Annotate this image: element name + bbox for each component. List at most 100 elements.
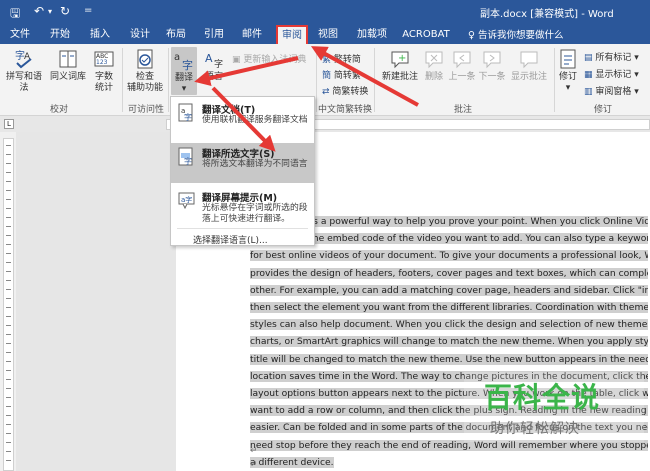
show-comments-button[interactable]: 显示批注 [508,48,550,83]
text-line: provides the design of headers, footers,… [250,265,648,282]
ruler-tick [6,415,11,416]
paragraph-mark: ↵ [250,460,258,470]
delete-comment-icon [425,51,443,69]
translate-tooltip-icon: a字 [178,192,195,210]
tab-design[interactable]: 设计 [126,26,154,44]
show-markup-button[interactable]: ▦ 显示标记 ▾ [584,67,639,80]
trad-to-simp-button[interactable]: 繁 繁转简 [322,52,361,65]
update-ime-dictionary-button[interactable]: ▣ 更新输入法词典 [232,52,306,65]
delete-comment-button[interactable]: 删除 [422,48,446,83]
group-separator [554,48,555,112]
markup-icon: ▤ [584,53,596,63]
ruler-tick [6,217,11,218]
ruler-tick [6,163,11,164]
tab-addins[interactable]: 加载项 [354,26,390,44]
ruler-tick [6,325,11,326]
ruler-tick [6,379,11,380]
menu-item-translate-document[interactable]: a字 翻译文档(T) 使用联机翻译服务翻译文档 [171,99,314,139]
tab-references[interactable]: 引用 [200,26,228,44]
ruler-tick [6,226,11,227]
previous-comment-button[interactable]: 上一条 [448,48,476,83]
word-count-button[interactable]: ABC 123 字数 统计 [90,48,118,94]
customize-toolbar-icon[interactable]: = [84,5,92,16]
tell-me-search[interactable]: ♀ 告诉我你想要做什么 [468,27,564,41]
ruler-tick [6,145,11,146]
text-line: other. For example, you can add a matchi… [250,282,648,299]
svg-text:字: 字 [184,156,192,166]
tab-acrobat[interactable]: ACROBAT [398,26,454,44]
track-changes-button[interactable]: 修订 ▾ [556,48,580,94]
thesaurus-button[interactable]: 同义词库 [48,48,88,83]
tab-review[interactable]: 审阅 [276,25,308,44]
ruler-tick [6,208,11,209]
undo-dropdown-icon[interactable]: ▾ [48,7,52,16]
check-accessibility-button[interactable]: 检查 辅助功能 [124,48,166,94]
tab-view[interactable]: 视图 [314,26,342,44]
tab-mailings[interactable]: 邮件 [238,26,266,44]
ruler-tick [6,352,11,353]
ruler-tick [6,406,11,407]
text-line: styles can also help document. When you … [250,316,648,333]
translate-document-icon: a字 [178,103,193,122]
ruler-tick [6,154,11,155]
ruler-tick [6,343,11,344]
undo-icon[interactable]: ↶ [34,4,44,18]
ruler-tick [6,307,11,308]
redo-icon[interactable]: ↻ [60,4,70,18]
new-comment-button[interactable]: + 新建批注 [378,48,422,83]
language-button[interactable]: A字 语言 [200,48,228,83]
ruler-tick [6,289,11,290]
ruler-tick [6,271,11,272]
svg-text:A: A [205,52,213,65]
group-separator [316,48,317,112]
simp-to-trad-button[interactable]: 簡 简转繁 [322,68,361,81]
ruler-tick [6,172,11,173]
translate-menu: a字 翻译文档(T) 使用联机翻译服务翻译文档 字 翻译所选文字(S) 将所选文… [170,96,315,246]
menu-item-choose-language[interactable]: 选择翻译语言(L)... [193,233,268,246]
group-label-comments: 批注 [454,105,473,115]
lightbulb-icon: ♀ [468,30,478,41]
menu-item-translate-selection[interactable]: 字 翻译所选文字(S) 将所选文本翻译为不同语言 [171,143,314,183]
tab-layout[interactable]: 布局 [162,26,190,44]
text-line: for best online videos of your document.… [250,247,648,264]
ruler-tick [6,460,11,461]
ruler-tick [6,190,11,191]
ruler-tick [6,451,11,452]
dictionary-icon: ▣ [232,55,244,65]
track-dropdown-icon: ▾ [565,83,571,93]
next-comment-button[interactable]: 下一条 [478,48,506,83]
ruler-tick [6,199,11,200]
tab-home[interactable]: 开始 [46,26,74,44]
ruler-tick [6,298,11,299]
group-label-proofing: 校对 [50,105,69,115]
ribbon: 字A 拼写和语法 同义词库 ABC 123 字数 统计 校对 检查 辅助功能 可访… [0,44,650,116]
translate-button[interactable]: a字 翻译 ▾ [171,47,197,95]
reviewing-pane-icon: ▥ [584,87,596,97]
tab-file[interactable]: 文件 [6,26,34,44]
svg-text:a: a [174,52,180,63]
trad-simp-icon: 繁 [322,55,334,65]
tab-selector[interactable]: L [4,119,14,129]
translate-selection-icon: 字 [178,147,193,166]
watermark-title: 百科全说 [484,381,601,414]
ruler-tick [6,424,11,425]
thesaurus-icon [59,50,77,68]
title-bar: 🖫 ↶ ▾ ↻ = 副本.docx [兼容模式] - Word [0,0,650,24]
next-comment-icon [483,51,501,69]
ruler-tick [6,334,11,335]
tab-insert[interactable]: 插入 [86,26,114,44]
save-icon[interactable]: 🖫 [10,4,20,25]
group-separator [122,48,123,112]
ruler-tick [6,397,11,398]
vertical-ruler[interactable] [3,138,14,471]
menu-item-translate-tooltips[interactable]: a字 翻译屏幕提示(M) 光标悬停在字词或所选的段落上可快速进行翻译。 [171,187,314,227]
markup-dropdown[interactable]: ▤ 所有标记 ▾ [584,50,639,63]
simp-trad-convert-button[interactable]: ⇄ 简繁转换 [322,84,368,97]
group-label-chinese: 中文简繁转换 [318,105,373,115]
previous-comment-icon [453,51,471,69]
reviewing-pane-button[interactable]: ▥ 审阅窗格 ▾ [584,84,639,97]
spelling-grammar-button[interactable]: 字A 拼写和语法 [2,48,46,94]
ruler-tick [6,316,11,317]
ruler-tick [6,388,11,389]
ruler-tick [6,244,11,245]
